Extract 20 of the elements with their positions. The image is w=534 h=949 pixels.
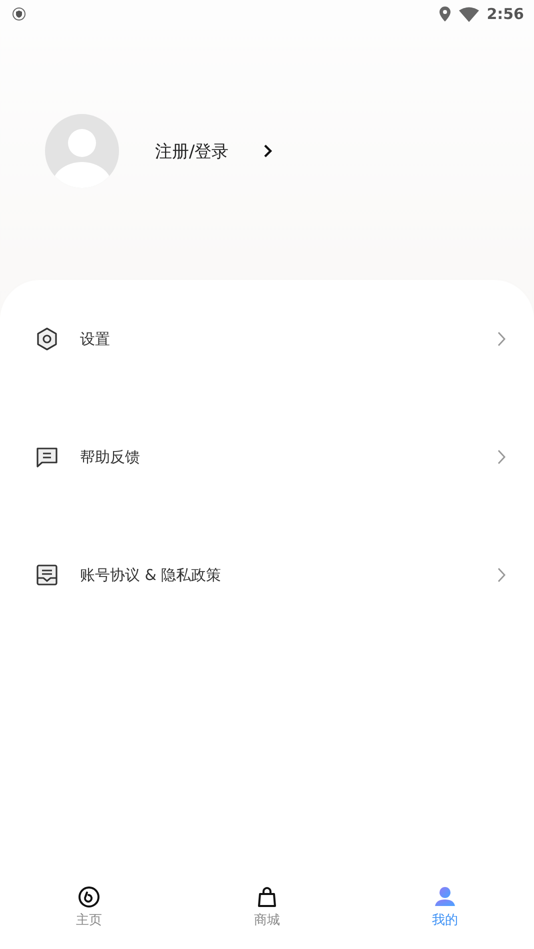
- shopping-bag-icon[interactable]: [257, 886, 277, 908]
- document-icon: [35, 563, 59, 587]
- menu-item[interactable]: 设置: [80, 330, 476, 348]
- chevron-right-icon[interactable]: [497, 567, 506, 583]
- wifi-icon: [458, 6, 479, 22]
- chat-icon: [35, 445, 59, 469]
- nav-tab[interactable]: 主页: [0, 870, 178, 949]
- menu-item[interactable]: 账号协议 & 隐私政策: [80, 566, 476, 584]
- chevron-right-icon: [262, 144, 273, 158]
- chevron-right-icon[interactable]: [497, 449, 506, 465]
- menu-item[interactable]: 帮助反馈: [80, 448, 476, 466]
- status-time: 2:56: [486, 5, 524, 23]
- location-icon: [438, 6, 451, 22]
- chevron-right-icon[interactable]: [497, 331, 506, 347]
- home-icon[interactable]: [78, 886, 100, 908]
- nav-tab[interactable]: 商城: [178, 870, 356, 949]
- settings-icon: [35, 327, 59, 351]
- login-link[interactable]: 注册/登录: [155, 140, 273, 162]
- shield-icon: [12, 7, 26, 21]
- person-icon[interactable]: [434, 886, 456, 908]
